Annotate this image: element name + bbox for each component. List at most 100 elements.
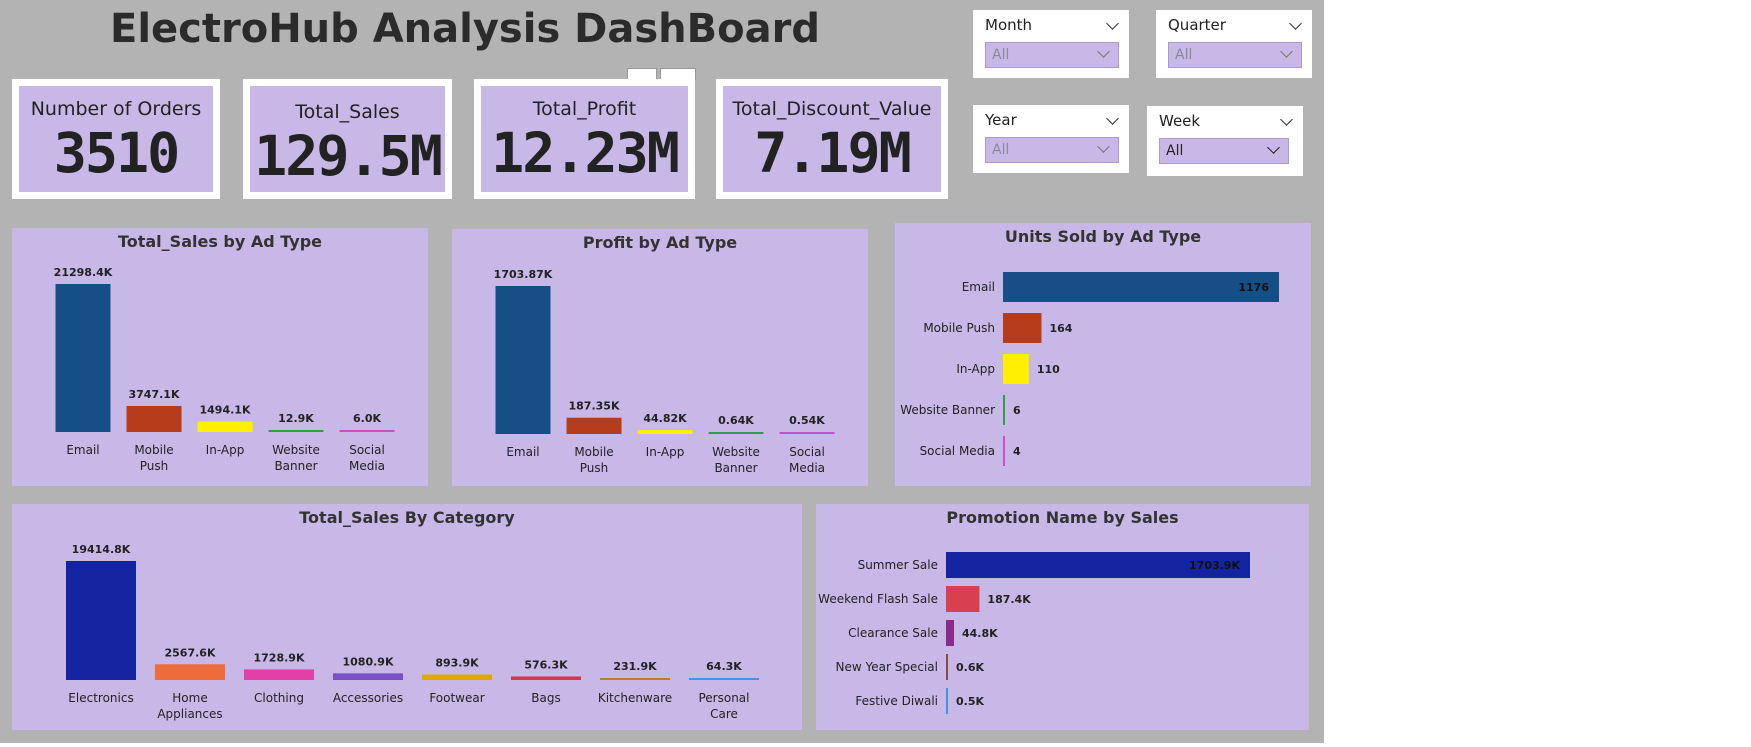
data-label: 4	[1013, 445, 1021, 458]
data-label: 1176	[1238, 281, 1269, 294]
category-label: Email	[962, 280, 995, 294]
bar[interactable]	[1003, 395, 1005, 425]
data-label: 3747.1K	[129, 388, 180, 401]
quarter-slicer[interactable]: Quarter All	[1156, 10, 1312, 78]
slicer-label: Week	[1159, 112, 1201, 130]
category-label: Media	[789, 461, 825, 475]
category-label: Social	[789, 445, 825, 459]
category-label: Website	[272, 443, 320, 457]
chevron-down-icon[interactable]	[1280, 113, 1293, 126]
category-label: Bags	[531, 691, 560, 705]
sales-by-ad-type-panel: Total_Sales by Ad Type 21298.4K Email 3747…	[12, 228, 428, 486]
promotion-sales-chart: Summer Sale 1703.9K Weekend Flash Sale 187.…	[818, 552, 1250, 714]
bar[interactable]	[511, 676, 581, 680]
data-label: 1703.87K	[494, 268, 553, 281]
bar[interactable]	[566, 417, 622, 434]
data-label: 64.3K	[706, 660, 742, 673]
bar[interactable]	[244, 669, 314, 680]
data-label: 12.9K	[278, 412, 314, 425]
bar[interactable]	[689, 678, 759, 680]
slicer-label: Quarter	[1168, 16, 1226, 34]
quarter-dropdown[interactable]: All	[1168, 42, 1302, 68]
kpi-value: 129.5M	[254, 124, 443, 188]
chevron-down-icon[interactable]	[1106, 17, 1119, 30]
units-sold-chart: Email 1176 Mobile Push 164 In-App 110 Website …	[900, 272, 1279, 466]
category-label: Mobile	[574, 445, 613, 459]
category-label: Personal	[698, 691, 749, 705]
bar[interactable]	[600, 678, 670, 680]
profit-by-ad-type-panel: Profit by Ad Type 1703.87K Email 187.35K Mo…	[452, 229, 868, 486]
week-slicer[interactable]: Week All	[1147, 106, 1303, 176]
bar[interactable]	[126, 405, 182, 432]
bar[interactable]	[946, 688, 948, 714]
month-dropdown[interactable]: All	[985, 42, 1119, 68]
chevron-down-icon[interactable]	[1280, 45, 1293, 58]
bar[interactable]	[155, 664, 225, 680]
category-label: Website	[712, 445, 760, 459]
data-label: 21298.4K	[54, 266, 113, 279]
category-label: Push	[140, 459, 169, 473]
category-label: Care	[710, 707, 738, 721]
bar[interactable]	[495, 286, 551, 434]
data-label: 893.9K	[435, 657, 479, 670]
data-label: 0.64K	[718, 414, 754, 427]
data-label: 1080.9K	[343, 655, 394, 668]
bar[interactable]	[1003, 354, 1029, 384]
category-label: Email	[506, 445, 539, 459]
bar[interactable]	[708, 432, 764, 434]
chevron-down-icon[interactable]	[1289, 17, 1302, 30]
category-label: Electronics	[68, 691, 133, 705]
category-label: Social	[349, 443, 385, 457]
bar[interactable]	[946, 586, 980, 612]
promotion-sales-panel: Promotion Name by Sales Summer Sale 1703.…	[816, 504, 1309, 730]
data-label: 576.3K	[524, 658, 568, 671]
bar[interactable]	[946, 654, 948, 680]
profit-by-ad-type-chart: 1703.87K Email 187.35K Mobile Push 44.82K In-A…	[494, 268, 835, 475]
category-label: Email	[66, 443, 99, 457]
data-label: 1494.1K	[200, 404, 251, 417]
category-label: In-App	[646, 445, 685, 459]
category-label: Media	[349, 459, 385, 473]
bar[interactable]	[946, 620, 954, 646]
category-label: Mobile	[134, 443, 173, 457]
category-label: Mobile Push	[923, 321, 995, 335]
bar[interactable]	[779, 432, 835, 434]
bar[interactable]	[1003, 313, 1042, 343]
data-label: 0.5K	[956, 695, 984, 708]
year-slicer[interactable]: Year All	[973, 105, 1129, 173]
data-label: 44.82K	[643, 412, 687, 425]
chevron-down-icon[interactable]	[1097, 140, 1110, 153]
category-label: New Year Special	[836, 660, 938, 674]
category-label: Festive Diwali	[855, 694, 938, 708]
year-dropdown[interactable]: All	[985, 137, 1119, 163]
category-label: Summer Sale	[858, 558, 938, 572]
data-label: 1728.9K	[254, 651, 305, 664]
dropdown-value: All	[992, 47, 1010, 63]
bar[interactable]	[637, 430, 693, 434]
bar[interactable]	[268, 430, 324, 432]
data-label: 6	[1013, 404, 1021, 417]
data-label: 0.6K	[956, 661, 984, 674]
bar[interactable]	[422, 674, 492, 680]
bar[interactable]	[339, 430, 395, 432]
bar[interactable]	[55, 284, 111, 432]
bar[interactable]	[66, 561, 136, 680]
week-dropdown[interactable]: All	[1159, 138, 1289, 164]
category-label: In-App	[206, 443, 245, 457]
chevron-down-icon[interactable]	[1106, 112, 1119, 125]
data-label: 19414.8K	[72, 543, 131, 556]
sales-by-ad-type-chart: 21298.4K Email 3747.1K Mobile Push 1494.1K In-…	[54, 266, 395, 473]
bar[interactable]	[333, 673, 403, 680]
category-label: Clearance Sale	[848, 626, 938, 640]
bar[interactable]	[1003, 436, 1005, 466]
category-label: Website Banner	[900, 403, 995, 417]
kpi-card-orders: Number of Orders 3510	[12, 79, 220, 199]
chevron-down-icon[interactable]	[1267, 141, 1280, 154]
month-slicer[interactable]: Month All	[973, 10, 1129, 78]
chevron-down-icon[interactable]	[1097, 45, 1110, 58]
data-label: 2567.6K	[165, 646, 216, 659]
bar[interactable]	[197, 421, 253, 432]
data-label: 0.54K	[789, 414, 825, 427]
category-label: In-App	[956, 362, 995, 376]
kpi-value: 12.23M	[491, 121, 680, 185]
